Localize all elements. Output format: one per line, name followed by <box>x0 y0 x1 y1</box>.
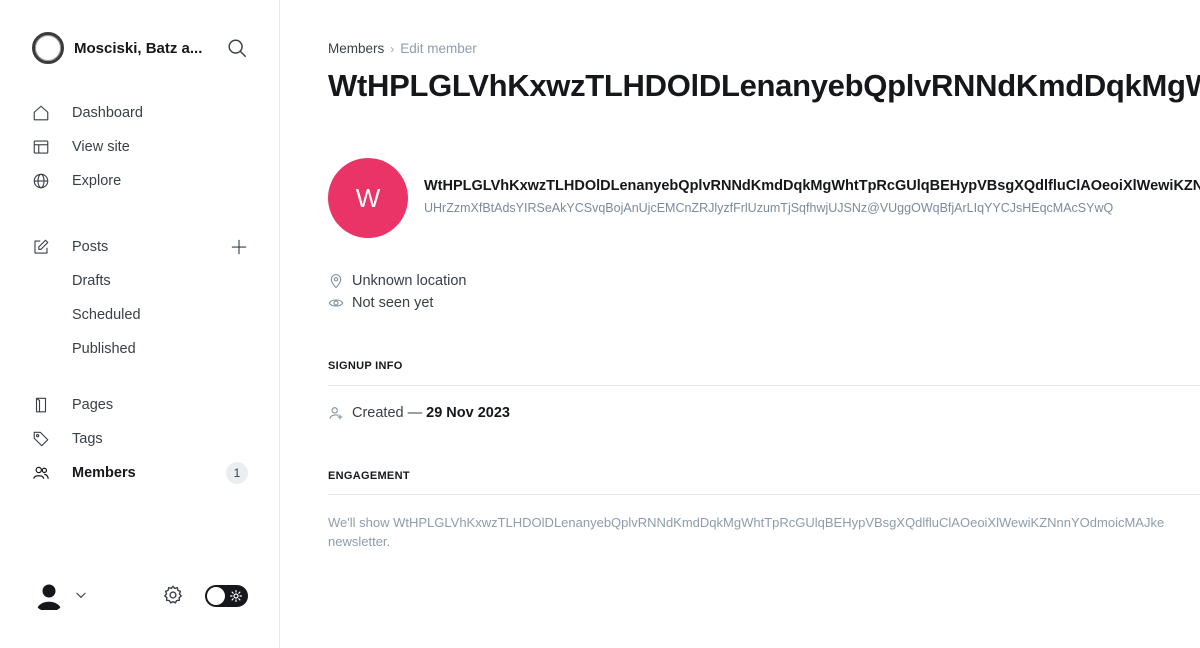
user-avatar <box>32 578 66 612</box>
tag-icon <box>32 430 50 448</box>
engagement-text-line1: We'll show WtHPLGLVhKxwzTLHDOlDLenanyebQ… <box>328 515 1165 530</box>
nav-tags[interactable]: Tags <box>32 426 248 452</box>
nav-pages[interactable]: Pages <box>32 392 248 418</box>
eye-icon <box>328 299 344 307</box>
breadcrumb-members-link[interactable]: Members <box>328 41 384 56</box>
engagement-divider <box>328 494 1200 495</box>
edit-icon <box>32 238 50 256</box>
user-add-icon <box>329 407 343 420</box>
signup-created-label: Created — <box>352 405 423 421</box>
chevron-down-icon <box>76 592 86 598</box>
member-avatar: W <box>328 158 408 238</box>
sun-icon <box>230 590 242 602</box>
user-menu-button[interactable] <box>32 578 88 612</box>
nav-explore[interactable]: Explore <box>32 168 248 194</box>
nav-pages-label: Pages <box>72 397 114 413</box>
members-icon <box>32 464 50 482</box>
site-logo[interactable] <box>32 32 64 64</box>
gear-icon[interactable] <box>162 584 184 606</box>
member-email: UHrZzmXfBtAdsYIRSeAkYCSvqBojAnUjcEMCnZRJ… <box>424 201 1114 215</box>
member-location-text: Unknown location <box>352 273 467 289</box>
nav-posts[interactable]: Posts <box>32 234 248 260</box>
nav-tags-label: Tags <box>72 431 103 447</box>
toggle-knob <box>207 587 225 605</box>
nav-explore-label: Explore <box>72 173 122 189</box>
engagement-text-line2: newsletter. <box>328 534 391 549</box>
new-post-plus-icon[interactable] <box>230 238 248 256</box>
engagement-empty-text: We'll show WtHPLGLVhKxwzTLHDOlDLenanyebQ… <box>328 513 1200 551</box>
member-last-seen: Not seen yet <box>328 295 433 311</box>
nav-dashboard-label: Dashboard <box>72 105 143 121</box>
search-icon[interactable] <box>226 37 248 59</box>
sidebar-footer <box>32 578 248 614</box>
signup-created-row: Created — 29 Nov 2023 <box>328 405 510 421</box>
breadcrumb-current: Edit member <box>400 41 477 56</box>
nav-published-label: Published <box>72 341 136 357</box>
nav-members-label: Members <box>72 465 136 481</box>
signup-divider <box>328 385 1200 386</box>
theme-toggle[interactable] <box>205 585 248 607</box>
nav-scheduled-label: Scheduled <box>72 307 141 323</box>
nav-view-site[interactable]: View site <box>32 134 248 160</box>
page-title: WtHPLGLVhKxwzTLHDOlDLenanyebQplvRNNdKmdD… <box>328 68 1200 103</box>
site-title[interactable]: Mosciski, Batz a... <box>74 40 214 57</box>
member-name: WtHPLGLVhKxwzTLHDOlDLenanyebQplvRNNdKmdD… <box>424 178 1200 194</box>
member-last-seen-text: Not seen yet <box>352 295 434 311</box>
pages-icon <box>32 396 50 414</box>
breadcrumb: Members › Edit member <box>328 41 477 56</box>
globe-icon <box>32 172 50 190</box>
main-content: Members › Edit member WtHPLGLVhKxwzTLHDO… <box>328 0 1200 648</box>
location-pin-icon <box>330 274 342 289</box>
nav-scheduled[interactable]: Scheduled <box>32 302 248 328</box>
signup-info-heading: SIGNUP INFO <box>328 360 403 372</box>
sidebar: Mosciski, Batz a... Dashboard View site … <box>0 0 280 648</box>
nav-posts-label: Posts <box>72 239 109 255</box>
members-count-badge: 1 <box>226 462 248 484</box>
breadcrumb-separator: › <box>390 41 395 56</box>
signup-created-date: 29 Nov 2023 <box>426 405 510 421</box>
nav-drafts-label: Drafts <box>72 273 111 289</box>
engagement-heading: ENGAGEMENT <box>328 470 410 482</box>
site-header: Mosciski, Batz a... <box>32 32 248 64</box>
member-location: Unknown location <box>328 273 466 289</box>
home-icon <box>32 104 50 122</box>
layout-icon <box>32 138 50 156</box>
nav-dashboard[interactable]: Dashboard <box>32 100 248 126</box>
nav-drafts[interactable]: Drafts <box>32 268 248 294</box>
nav-view-site-label: View site <box>72 139 130 155</box>
nav-members[interactable]: Members 1 <box>32 460 248 486</box>
nav-published[interactable]: Published <box>32 336 248 362</box>
